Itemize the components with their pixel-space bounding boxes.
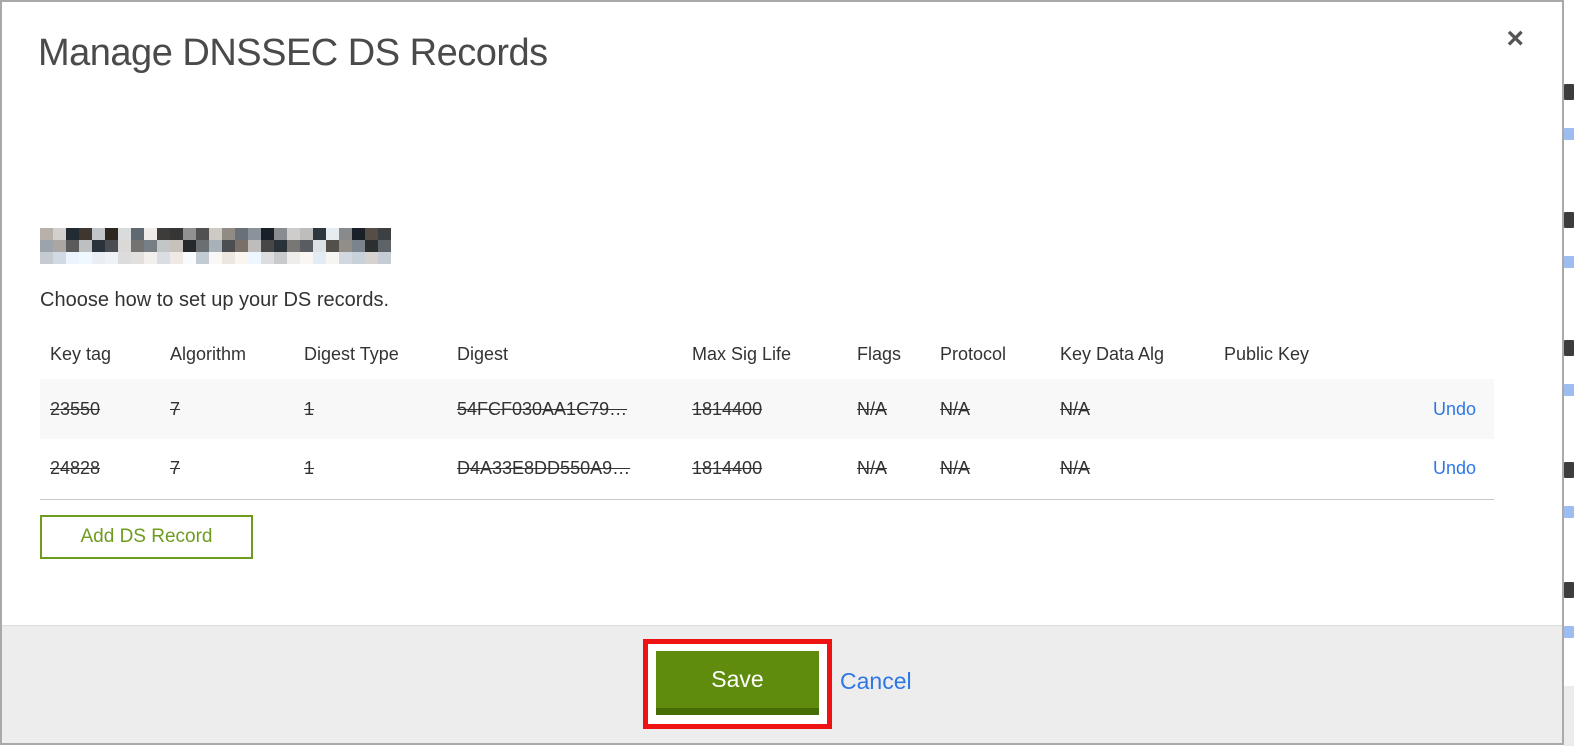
cell-actions: Undo	[1414, 379, 1494, 439]
col-header-public-key: Public Key	[1224, 343, 1310, 364]
cancel-link[interactable]: Cancel	[840, 668, 912, 695]
redacted-domain-name	[40, 228, 398, 264]
cell-digest: 54FCF030AA1C79…	[457, 398, 628, 419]
cut-off-text-fragment	[1564, 582, 1574, 598]
cut-off-text-fragment	[1564, 84, 1574, 100]
cell-public-key	[1214, 439, 1414, 499]
cell-protocol: N/A	[940, 458, 971, 479]
cell-key-tag: 23550	[50, 398, 101, 419]
col-header-digest: Digest	[457, 343, 509, 364]
page-title: Manage DNSSEC DS Records	[38, 32, 548, 74]
cell-digest-type: 1	[304, 458, 315, 479]
col-header-key-data-alg: Key Data Alg	[1060, 343, 1165, 364]
cell-protocol: N/A	[940, 398, 971, 419]
col-header-max-sig-life: Max Sig Life	[692, 343, 792, 364]
subtitle: Choose how to set up your DS records.	[40, 289, 390, 311]
table-row: 23550 7 1 54FCF030AA1C79… 1814400 N/A N/…	[40, 379, 1494, 439]
cell-actions: Undo	[1414, 439, 1494, 499]
cell-key-tag: 24828	[50, 458, 101, 479]
cut-off-text-fragment	[1564, 212, 1574, 228]
cell-flags: N/A	[857, 458, 888, 479]
save-button[interactable]: Save	[656, 651, 819, 715]
cell-max-sig-life: 1814400	[692, 458, 763, 479]
cell-algorithm: 7	[170, 458, 181, 479]
background-page-sliver	[1564, 0, 1574, 746]
table-row: 24828 7 1 D4A33E8DD550A9… 1814400 N/A N/…	[40, 439, 1494, 499]
screen: Manage DNSSEC DS Records × Choose how to…	[0, 0, 1574, 746]
cell-digest-type: 1	[304, 398, 315, 419]
cell-key-data-alg: N/A	[1060, 398, 1091, 419]
cut-off-text-fragment	[1564, 340, 1574, 356]
col-header-protocol: Protocol	[940, 343, 1007, 364]
table-header-row: Key tag Algorithm Digest Type Digest Max…	[40, 335, 1494, 379]
ds-records-table: Key tag Algorithm Digest Type Digest Max…	[40, 335, 1494, 500]
red-annotation-rectangle: Save	[643, 639, 832, 729]
cell-flags: N/A	[857, 398, 888, 419]
manage-dnssec-modal: Manage DNSSEC DS Records × Choose how to…	[0, 0, 1564, 745]
modal-footer: Save Cancel	[2, 625, 1562, 743]
background-footer-sliver	[1564, 686, 1574, 746]
undo-link[interactable]: Undo	[1433, 399, 1476, 419]
undo-link[interactable]: Undo	[1433, 458, 1476, 478]
cut-off-link-fragment	[1564, 384, 1574, 396]
cut-off-link-fragment	[1564, 256, 1574, 268]
col-header-key-tag: Key tag	[50, 343, 112, 364]
cell-digest: D4A33E8DD550A9…	[457, 458, 631, 479]
cell-max-sig-life: 1814400	[692, 398, 763, 419]
col-header-actions	[1414, 335, 1494, 379]
cell-public-key	[1214, 379, 1414, 439]
close-icon[interactable]: ×	[1506, 24, 1524, 54]
col-header-digest-type: Digest Type	[304, 343, 399, 364]
col-header-algorithm: Algorithm	[170, 343, 247, 364]
cut-off-text-fragment	[1564, 462, 1574, 478]
cell-key-data-alg: N/A	[1060, 458, 1091, 479]
add-ds-record-button[interactable]: Add DS Record	[40, 515, 253, 559]
cut-off-link-fragment	[1564, 128, 1574, 140]
col-header-flags: Flags	[857, 343, 902, 364]
cell-algorithm: 7	[170, 398, 181, 419]
cut-off-link-fragment	[1564, 626, 1574, 638]
cut-off-link-fragment	[1564, 506, 1574, 518]
